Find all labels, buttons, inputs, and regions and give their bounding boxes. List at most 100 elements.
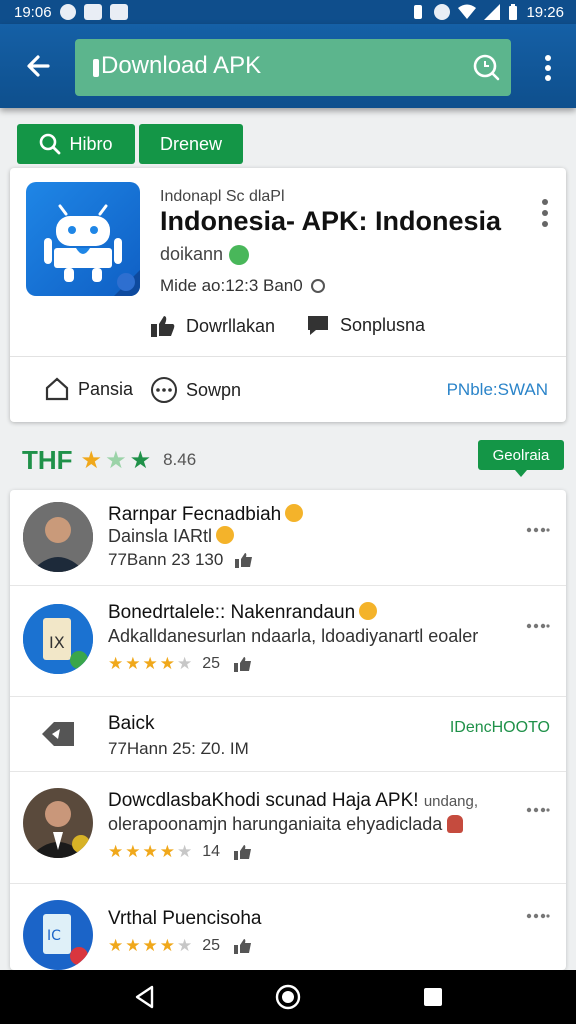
star-icon: ★: [142, 936, 158, 955]
star-icon: ★: [142, 842, 158, 861]
comment-action-button[interactable]: Sonplusna: [306, 314, 425, 336]
review-count: 25: [202, 655, 221, 672]
overflow-menu-icon[interactable]: [538, 54, 558, 82]
status-time-left: 19:06: [14, 3, 52, 21]
home-link-label: Pansia: [78, 378, 134, 399]
verified-badge-icon: [229, 244, 250, 265]
chip-label: Drenew: [159, 133, 223, 154]
star-icon: ★: [177, 654, 193, 673]
star-icon: ★: [159, 654, 175, 673]
status-right: 19:26: [410, 4, 564, 21]
comment-action-label: Sonplusna: [340, 314, 426, 335]
review-author-text: Rarnpar Fecnadbiah: [108, 504, 282, 525]
hand-emoji-icon: [447, 815, 464, 833]
review-meta: 77Hann 25: Z0. IM: [108, 739, 249, 758]
review-author: DowcdlasbaKhodi scunad Haja APK! undang,: [108, 790, 478, 812]
emoji-icon: [359, 602, 378, 620]
review-rating: ★ ★ ★ ★ ★ 25: [108, 654, 252, 674]
more-horizontal-icon: [151, 377, 177, 403]
home-link[interactable]: Pansia: [44, 376, 133, 402]
status-bar: 19:06 19:26: [0, 0, 576, 24]
back-arrow-icon[interactable]: [22, 50, 54, 82]
star-icon: ★: [177, 936, 193, 955]
review-more-icon[interactable]: [526, 622, 550, 630]
search-icon[interactable]: [471, 52, 501, 82]
nav-recents-icon[interactable]: [420, 984, 446, 1010]
more-link[interactable]: Sowpn: [150, 376, 241, 404]
star-icon: ★: [108, 936, 124, 955]
star-icon: ★: [105, 446, 127, 474]
star-icon: ★: [125, 654, 141, 673]
thumbs-up-icon[interactable]: [234, 844, 252, 860]
review-author-text: Bonedrtalele:: Nakenrandaun: [108, 602, 356, 623]
avatar: [23, 502, 93, 572]
download-action-button[interactable]: Dowrllakan: [150, 314, 275, 338]
android-robot-icon: [44, 204, 140, 296]
thumbs-up-icon[interactable]: [234, 656, 252, 672]
svg-text:IC: IC: [47, 928, 61, 944]
rating-row: THF ★ ★ ★ 8.46 Geolraia: [22, 440, 566, 480]
rating-count: 8.46: [163, 450, 197, 469]
search-input[interactable]: Download APK: [75, 39, 511, 96]
message-icon: [109, 4, 128, 20]
thumbs-up-icon[interactable]: [234, 938, 252, 954]
app-card[interactable]: Indonapl Sc dlaPl Indonesia- APK: Indone…: [10, 168, 566, 422]
review-meta-text: 77Bann 23 130: [108, 550, 224, 569]
rating-action-button[interactable]: Geolraia: [478, 440, 564, 477]
rating-label: THF: [22, 444, 73, 475]
review-item[interactable]: Rarnpar Fecnadbiah Dainsla IARtl 77Bann …: [10, 490, 566, 586]
check-icon: [83, 4, 102, 20]
review-list: Rarnpar Fecnadbiah Dainsla IARtl 77Bann …: [10, 490, 566, 970]
thumbs-up-icon[interactable]: [235, 552, 253, 568]
review-more-icon[interactable]: [526, 526, 550, 534]
review-item[interactable]: IC Vrthal Puencisoha ★ ★ ★ ★ ★ 25: [10, 884, 566, 970]
avatar: IX: [23, 604, 93, 674]
app-icon: [26, 182, 140, 296]
comment-icon: [308, 316, 328, 335]
app-bar: Download APK: [0, 24, 576, 108]
star-icon: ★: [125, 936, 141, 955]
publisher-link[interactable]: PNble:SWAN: [447, 380, 548, 400]
review-author: Rarnpar Fecnadbiah: [108, 504, 304, 526]
card-overflow-menu-icon[interactable]: [540, 198, 550, 228]
nav-back-icon[interactable]: [132, 984, 158, 1010]
review-author: Bonedrtalele:: Nakenrandaun: [108, 602, 378, 624]
star-icon: ★: [159, 842, 175, 861]
download-action-label: Dowrllakan: [186, 315, 276, 336]
chip-filter[interactable]: Drenew: [139, 124, 243, 164]
star-icon: ★: [177, 842, 193, 861]
rating-stars: ★ ★ ★: [81, 446, 152, 475]
svg-text:IX: IX: [49, 633, 65, 652]
search-query: Download APK: [101, 52, 262, 79]
review-item[interactable]: Baick 77Hann 25: Z0. IM IDencHOOTO: [10, 697, 566, 772]
review-link[interactable]: IDencHOOTO: [450, 719, 550, 737]
battery-icon: [509, 4, 518, 20]
review-more-icon[interactable]: [526, 912, 550, 920]
system-nav-bar: [0, 970, 576, 1024]
review-rating: ★ ★ ★ ★ ★ 25: [108, 936, 252, 956]
review-text-value: Dainsla IARtl: [108, 526, 213, 546]
app-meta-text: Mide ao:12:3 Ban0: [160, 276, 303, 295]
review-more-icon[interactable]: [526, 806, 550, 814]
avatar: [23, 788, 93, 858]
review-item[interactable]: IX Bonedrtalele:: Nakenrandaun Adkalldan…: [10, 586, 566, 697]
review-count: 25: [202, 937, 221, 954]
developer-name: doikann: [160, 244, 224, 264]
app-developer[interactable]: doikann: [160, 244, 250, 265]
signal-icon: [484, 4, 501, 20]
person-icon: [23, 788, 93, 858]
person-icon: [23, 502, 93, 572]
review-item[interactable]: DowcdlasbaKhodi scunad Haja APK! undang,…: [10, 772, 566, 884]
more-link-label: Sowpn: [186, 379, 242, 400]
nav-home-icon[interactable]: [275, 984, 301, 1010]
review-count: 14: [202, 843, 221, 860]
chip-search[interactable]: Hibro: [17, 124, 135, 164]
app-logo-icon: IC: [23, 900, 93, 970]
star-icon: ★: [108, 654, 124, 673]
review-text: Dainsla IARtl: [108, 526, 235, 547]
emoji-icon: [216, 526, 235, 544]
status-left: 19:06: [14, 4, 128, 21]
star-icon: ★: [125, 842, 141, 861]
star-icon: ★: [159, 936, 175, 955]
app-title: Indonesia- APK: Indonesia: [160, 206, 502, 236]
